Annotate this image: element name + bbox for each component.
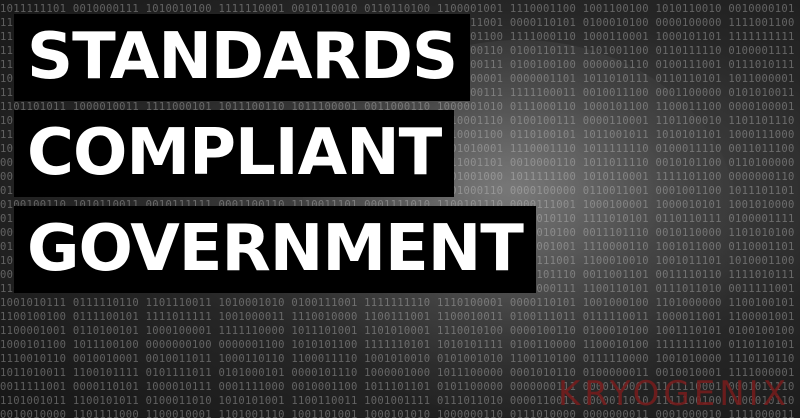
headline-line-3: GOVERNMENT xyxy=(14,206,536,293)
headline: STANDARDS COMPLIANT GOVERNMENT xyxy=(14,14,536,293)
headline-line-2: COMPLIANT xyxy=(14,110,455,197)
banner: 1011111101 0010000111 1010010100 1111110… xyxy=(0,0,800,418)
brand-watermark: KRYOGENIX xyxy=(558,374,790,414)
headline-line-1: STANDARDS xyxy=(14,14,471,101)
